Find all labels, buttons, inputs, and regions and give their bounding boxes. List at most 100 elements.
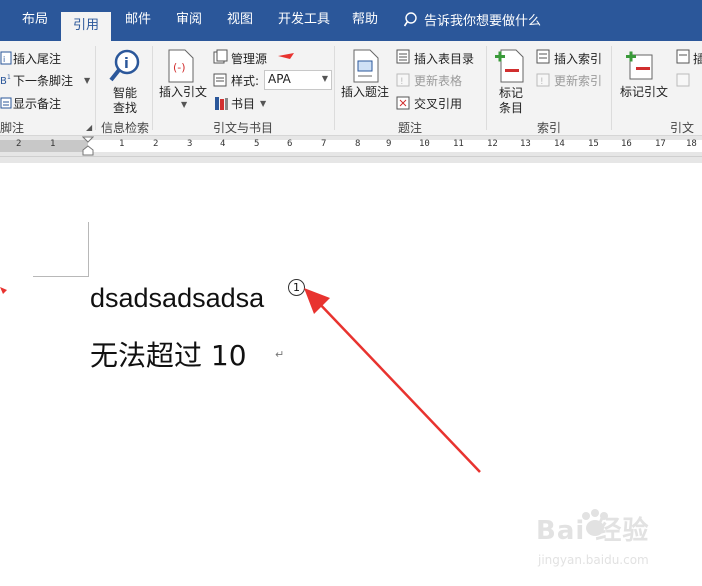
cross-reference-button[interactable]: 交叉引用: [414, 95, 462, 112]
insert-endnote-icon: i: [0, 51, 12, 65]
citations-group-label: 引文与书目: [213, 121, 274, 135]
bibliography-dropdown-icon[interactable]: ▼: [260, 99, 266, 108]
group-divider: [152, 46, 153, 130]
tell-me-box[interactable]: 告诉我你想要做什么: [404, 10, 541, 29]
svg-text:i: i: [3, 55, 5, 64]
next-footnote-icon: B1: [0, 74, 11, 87]
ruler-number: 6: [287, 139, 293, 149]
document-text-line-2[interactable]: 无法超过 10: [90, 334, 247, 374]
tab-references[interactable]: 引用: [61, 12, 112, 41]
insert-endnote-button[interactable]: 插入尾注: [13, 50, 61, 67]
insert-citation-icon: (-): [168, 49, 194, 83]
group-divider: [334, 46, 335, 130]
manage-sources-icon: [213, 49, 228, 64]
ruler-number: 17: [655, 139, 666, 149]
ruler-number: 9: [386, 139, 392, 149]
manage-sources-button[interactable]: 管理源: [231, 50, 267, 67]
ribbon-tab-bar: 布局 引用 邮件 审阅 视图 开发工具 帮助 告诉我你想要做什么: [0, 0, 702, 41]
svg-text:(-): (-): [173, 61, 186, 74]
ruler-number: 13: [520, 139, 531, 149]
mark-citation-button[interactable]: 标记引文: [620, 83, 668, 100]
insert-caption-button[interactable]: 插入题注: [341, 83, 389, 100]
cross-reference-icon: [396, 96, 410, 110]
insert-table-of-figures-button[interactable]: 插入表目录: [414, 50, 474, 67]
group-divider: [611, 46, 612, 130]
ribbon-references: i 插入尾注 B1 下一条脚注 ▼ 显示备注 脚注 ◢ i 智能 查找 信息检索…: [0, 41, 702, 152]
insert-citation-button[interactable]: 插入引文: [159, 83, 207, 100]
insert-toa-button[interactable]: 插: [693, 50, 702, 67]
margin-corner-mark: [88, 222, 89, 276]
lightbulb-icon: [404, 11, 417, 26]
ruler-number: 12: [487, 139, 498, 149]
smart-lookup-icon: i: [109, 49, 140, 82]
update-index-icon: !: [536, 73, 550, 87]
insert-index-icon: [536, 49, 550, 64]
update-index-button[interactable]: 更新索引: [554, 72, 602, 89]
insert-caption-icon: [353, 49, 379, 83]
paw-logo-icon: [582, 509, 608, 536]
insert-toa-icon: [676, 49, 690, 64]
svg-text:!: !: [400, 77, 404, 87]
watermark-url: jingyan.baidu.com: [538, 553, 649, 567]
index-group-label: 索引: [537, 121, 562, 135]
ruler-text-area: [88, 140, 702, 152]
ruler-margin-area: [0, 140, 88, 152]
mark-entry-label-2[interactable]: 条目: [499, 99, 523, 116]
style-select-value: APA: [268, 72, 291, 86]
tell-me-text: 告诉我你想要做什么: [424, 14, 542, 29]
chevron-down-icon: ▼: [321, 74, 328, 83]
next-footnote-button[interactable]: 下一条脚注: [13, 72, 73, 89]
ruler-number: 10: [419, 139, 430, 149]
paragraph-mark-icon: ↵: [275, 348, 285, 361]
annotation-arrow-edge: [0, 287, 7, 294]
update-table-button[interactable]: 更新表格: [414, 72, 462, 89]
margin-corner-mark: [33, 276, 89, 277]
tab-help[interactable]: 帮助: [352, 10, 378, 30]
ruler-number: 4: [220, 139, 226, 149]
svg-text:i: i: [124, 56, 129, 72]
insert-table-of-figures-icon: [396, 49, 410, 64]
ruler-number: 11: [453, 139, 464, 149]
style-select[interactable]: APA ▼: [264, 70, 332, 90]
ruler-number: 1: [119, 139, 125, 149]
tab-review[interactable]: 审阅: [176, 10, 202, 30]
svg-text:!: !: [540, 77, 544, 87]
ruler-number: 2: [153, 139, 159, 149]
tab-layout[interactable]: 布局: [22, 10, 48, 30]
annotation-arrow-large: [304, 288, 481, 473]
ruler-number: 2: [16, 139, 22, 149]
indent-marker-icon[interactable]: [82, 136, 94, 156]
tab-mailings[interactable]: 邮件: [125, 10, 151, 30]
footnotes-group-label: 脚注: [0, 121, 25, 135]
ruler-number: 15: [588, 139, 599, 149]
bibliography-button[interactable]: 书目: [231, 95, 255, 112]
tab-view[interactable]: 视图: [227, 10, 253, 30]
tab-developer[interactable]: 开发工具: [278, 10, 330, 30]
footnotes-dialog-launcher-icon[interactable]: ◢: [86, 123, 92, 132]
captions-group-label: 题注: [398, 121, 423, 135]
svg-text:B: B: [0, 76, 7, 87]
show-notes-button[interactable]: 显示备注: [13, 95, 61, 112]
mark-entry-icon: [495, 49, 524, 83]
insert-index-button[interactable]: 插入索引: [554, 50, 602, 67]
style-icon: [213, 73, 227, 87]
ruler-number: 14: [554, 139, 565, 149]
annotation-arrow-small: [278, 53, 294, 59]
ruler-number: 5: [254, 139, 260, 149]
document-text-line-1[interactable]: dsadsadsadsa: [90, 283, 264, 314]
ruler-number: 3: [187, 139, 193, 149]
smart-lookup-label-2: 查找: [113, 101, 138, 115]
style-label: 样式:: [231, 74, 260, 88]
ruler-number: 16: [621, 139, 632, 149]
ruler-number: 7: [321, 139, 327, 149]
svg-text:1: 1: [7, 74, 11, 81]
insert-citation-dropdown-icon[interactable]: ▼: [181, 100, 187, 109]
mark-citation-icon: [626, 51, 653, 80]
horizontal-ruler[interactable]: 2 1 1 2 3 4 5 6 7 8 9 10 11 12 13 14 15 …: [0, 136, 702, 157]
bibliography-icon: [215, 97, 228, 110]
update-toa-icon: [676, 73, 690, 87]
group-divider: [95, 46, 96, 130]
ruler-number: 18: [686, 139, 697, 149]
group-divider: [486, 46, 487, 130]
next-footnote-dropdown-icon[interactable]: ▼: [84, 76, 90, 85]
